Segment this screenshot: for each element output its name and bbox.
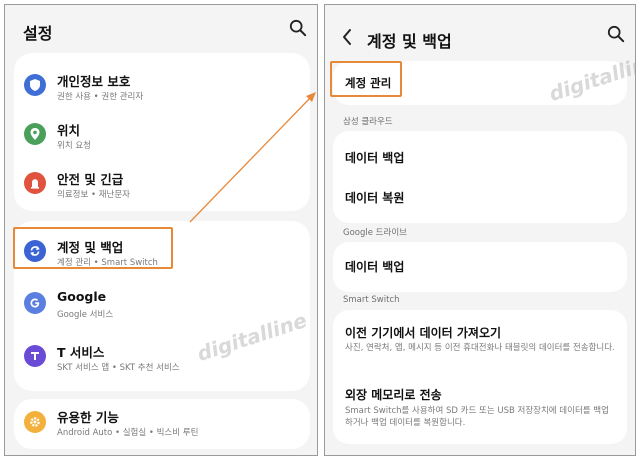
item-title: 안전 및 긴급 (57, 172, 124, 187)
tservice-icon (24, 345, 46, 367)
location-pin-icon (24, 123, 46, 145)
settings-item-useful-features[interactable]: 유용한 기능 Android Auto • 실험실 • 빅스비 루틴 (14, 395, 310, 449)
settings-item-safety[interactable]: 안전 및 긴급 의료정보 • 재난문자 (14, 155, 310, 213)
external-description: Smart Switch를 사용하여 SD 카드 또는 USB 저장장치에 데이… (345, 406, 609, 428)
samsung-data-backup-item[interactable]: 데이터 백업 (345, 149, 404, 166)
item-subtitle: SKT 서비스 앱 • SKT 추천 서비스 (57, 363, 180, 373)
item-subtitle: 권한 사용 • 권한 관리자 (57, 92, 144, 102)
section-header-samsung-cloud: 삼성 클라우드 (343, 117, 393, 127)
gear-icon (24, 411, 46, 433)
page-title: 계정 및 백업 (367, 32, 452, 51)
smart-switch-card: 이전 기기에서 데이터 가져오기 사진, 연락처, 앱, 메시지 등 이전 휴대… (333, 310, 627, 444)
google-data-backup-item[interactable]: 데이터 백업 (345, 258, 404, 275)
item-subtitle: 의료정보 • 재난문자 (57, 190, 130, 200)
item-subtitle: 위치 요청 (57, 141, 91, 151)
item-title: Google (57, 289, 107, 304)
highlight-box-account-backup (13, 227, 173, 269)
settings-card-useful: 유용한 기능 Android Auto • 실험실 • 빅스비 루틴 (14, 399, 310, 449)
privacy-shield-icon (24, 74, 46, 96)
samsung-cloud-card: 데이터 백업 데이터 복원 (333, 131, 627, 223)
transfer-description: 사진, 연락처, 앱, 메시지 등 이전 휴대전화나 태블릿의 데이터를 전송합… (345, 343, 615, 353)
back-arrow-icon[interactable] (341, 28, 353, 46)
search-icon[interactable] (289, 19, 307, 37)
item-title: T 서비스 (57, 345, 105, 360)
google-drive-card: 데이터 백업 (333, 242, 627, 292)
highlight-box-account-manage (330, 61, 402, 97)
settings-card-privacy-group: 개인정보 보호 권한 사용 • 권한 관리자 위치 위치 요청 안전 및 긴급 … (14, 53, 310, 211)
google-g-icon (24, 292, 46, 314)
page-title: 설정 (23, 24, 53, 43)
item-title: 위치 (57, 123, 81, 138)
transfer-title: 이전 기기에서 데이터 가져오기 (345, 326, 502, 340)
external-title: 외장 메모리로 전송 (345, 388, 442, 402)
item-subtitle: Google 서비스 (57, 310, 114, 320)
item-subtitle: Android Auto • 실험실 • 빅스비 루틴 (57, 428, 199, 438)
emergency-siren-icon (24, 172, 46, 194)
samsung-data-restore-item[interactable]: 데이터 복원 (345, 189, 404, 206)
section-header-google-drive: Google 드라이브 (343, 228, 407, 238)
item-title: 유용한 기능 (57, 410, 119, 425)
section-header-smart-switch: Smart Switch (343, 295, 400, 305)
item-title: 개인정보 보호 (57, 74, 131, 89)
search-icon[interactable] (607, 25, 625, 43)
